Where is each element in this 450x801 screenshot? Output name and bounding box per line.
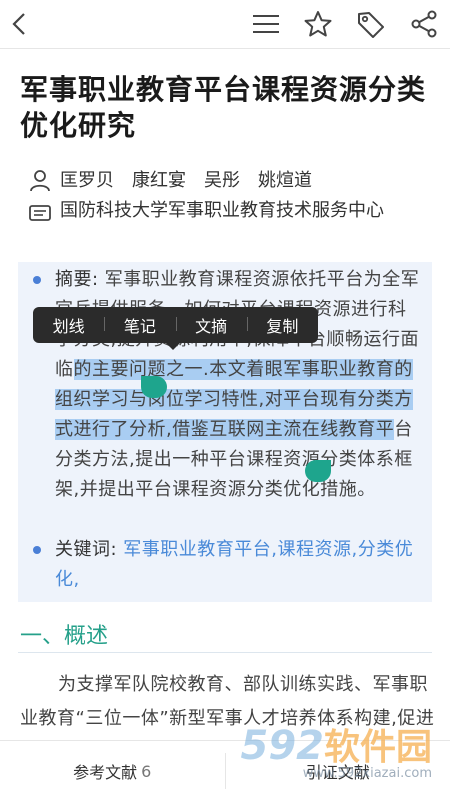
person-icon (28, 168, 52, 192)
article-title: 军事职业教育平台课程资源分类优化研究 (20, 72, 435, 144)
keywords-label: 关键词: (55, 539, 123, 560)
abstract-label: 摘要: (55, 269, 105, 290)
favorite-button[interactable] (300, 6, 336, 42)
references-count: 6 (141, 762, 151, 781)
section-heading: 一、概述 (20, 618, 108, 650)
back-arrow-icon (8, 12, 32, 36)
author-row: 匡罗贝 康红宴 吴彤 姚煊道 (28, 166, 330, 192)
cited-label: 引证文献 (306, 759, 370, 783)
menu-button[interactable] (248, 6, 284, 42)
selection-end-handle[interactable] (305, 460, 331, 482)
hamburger-icon (252, 13, 280, 35)
institution-icon (28, 201, 52, 225)
keywords-row: 关键词: 军事职业教育平台,课程资源,分类优化, (55, 535, 423, 595)
references-tab[interactable]: 参考文献6 (0, 741, 225, 801)
author-name[interactable]: 姚煊道 (258, 166, 312, 192)
menu-copy[interactable]: 复制 (247, 313, 318, 337)
back-button[interactable] (2, 6, 38, 42)
bullet-dot (33, 546, 41, 554)
bullet-dot (33, 276, 41, 284)
references-label: 参考文献 (73, 759, 137, 783)
affiliation-text[interactable]: 国防科技大学军事职业教育技术服务中心 (60, 196, 384, 226)
menu-pointer (166, 343, 180, 350)
top-bar (0, 0, 450, 49)
selected-text[interactable]: 的主要问题之一.本文着眼军事职业教育的组织学习与岗位学习特性,对平台现有分类方式… (55, 359, 413, 440)
tag-button[interactable] (353, 6, 389, 42)
author-name[interactable]: 康红宴 (132, 166, 186, 192)
author-name[interactable]: 匡罗贝 (60, 166, 114, 192)
menu-excerpt[interactable]: 文摘 (176, 313, 247, 337)
author-name[interactable]: 吴彤 (204, 166, 240, 192)
affiliation-row: 国防科技大学军事职业教育技术服务中心 (28, 196, 428, 226)
section-divider (18, 652, 432, 653)
selection-start-handle[interactable] (141, 376, 167, 398)
cited-tab[interactable]: 引证文献 (226, 741, 450, 801)
bottom-bar: 参考文献6 引证文献 (0, 740, 450, 801)
menu-underline[interactable]: 划线 (33, 313, 104, 337)
menu-note[interactable]: 笔记 (104, 313, 175, 337)
share-icon (410, 10, 438, 38)
share-button[interactable] (406, 6, 442, 42)
star-icon (304, 10, 332, 38)
tag-icon (356, 10, 386, 38)
abstract-text[interactable]: 摘要: 军事职业教育课程资源依托平台为全军官兵提供服务。如何对平台课程资源进行科… (55, 265, 423, 505)
selection-context-menu: 划线 笔记 文摘 复制 (33, 307, 318, 343)
